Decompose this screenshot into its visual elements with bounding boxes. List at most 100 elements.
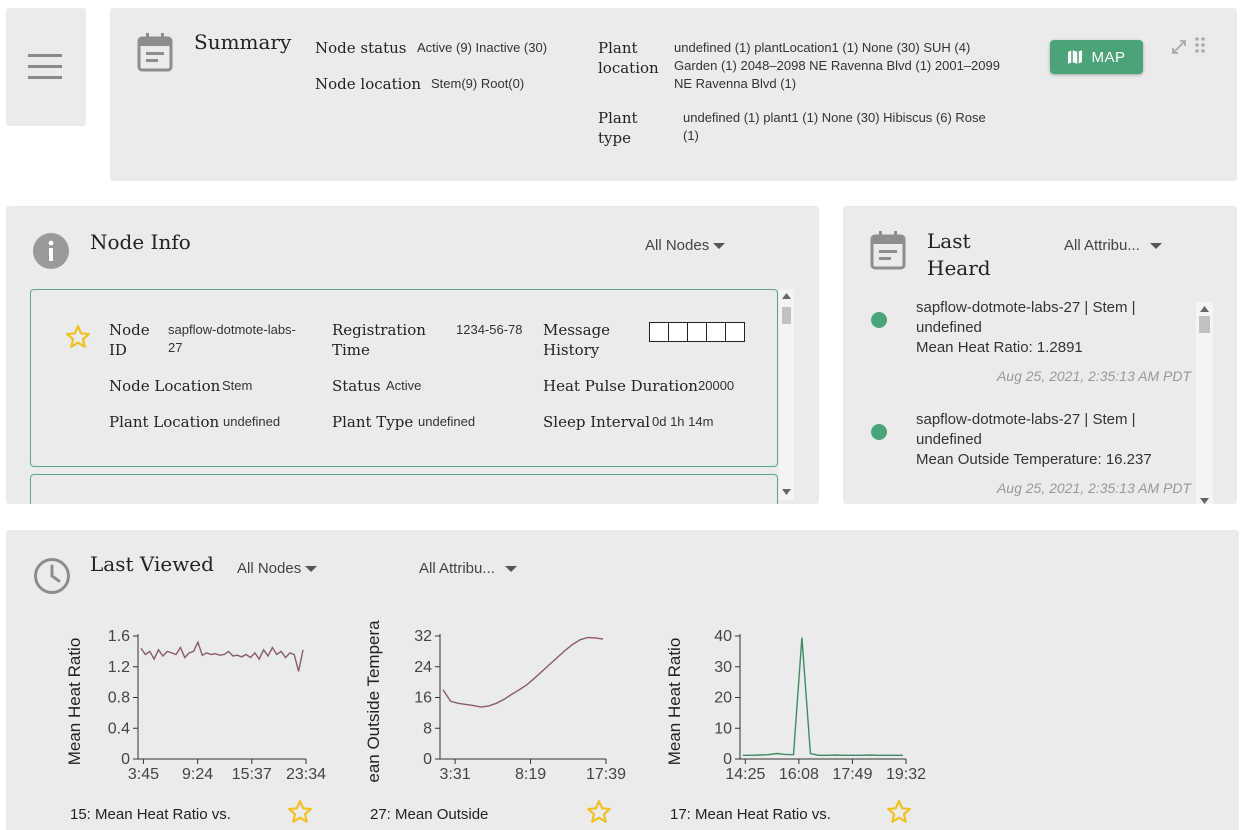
- node-info-panel: Node Info All Nodes Node ID sapflow-dotm…: [6, 206, 819, 504]
- heat-pulse-label: Heat Pulse Duration: [543, 377, 698, 395]
- calendar-icon: [870, 231, 906, 270]
- chart-caption: 27: Mean Outside: [370, 806, 489, 823]
- node-status-value: Active (9) Inactive (30): [417, 40, 548, 55]
- y-tick-label: 0: [423, 751, 432, 768]
- plant-type-label: Plant type: [598, 109, 638, 147]
- calendar-icon: [137, 33, 173, 72]
- x-tick-label: 3:31: [440, 766, 471, 783]
- status-value: Active: [386, 378, 422, 393]
- feed-time: Aug 25, 2021, 2:35:13 AM PDT: [996, 480, 1191, 496]
- history-box: [726, 322, 745, 342]
- heat-pulse-value: 20000: [698, 378, 735, 393]
- node-id-value: sapflow-dotmote-labs-27: [168, 322, 296, 355]
- drag-handle-icon[interactable]: [1194, 36, 1206, 54]
- status-label: Status: [332, 377, 381, 395]
- chevron-down-icon: [713, 243, 726, 250]
- scroll-up-icon[interactable]: [1200, 306, 1209, 312]
- chart-caption: 15: Mean Heat Ratio vs.: [70, 806, 231, 823]
- last-viewed-charts: 0 0.4 0.8 1.2 1.6 3:45 9:24 15:37 23:34 Mean Heat…: [65, 620, 926, 783]
- history-box: [707, 322, 726, 342]
- star-icon[interactable]: [886, 799, 912, 825]
- x-tick-label: 3:45: [128, 766, 159, 783]
- feed-metric: Mean Heat Ratio: 1.2891: [916, 339, 1083, 356]
- history-box: [649, 322, 669, 342]
- plant-location-label: Plant location: [598, 39, 659, 77]
- x-tick-label: 17:49: [832, 766, 872, 783]
- y-axis-label: Mean Heat Ratio: [665, 638, 684, 766]
- map-button[interactable]: MAP: [1050, 40, 1143, 74]
- y-tick-label: 32: [414, 628, 432, 645]
- node-id-label: Node ID: [109, 321, 150, 359]
- registration-label: Registration Time: [332, 321, 426, 359]
- menu-panel[interactable]: [6, 8, 86, 126]
- y-tick-label: 1.6: [108, 628, 130, 645]
- y-tick-label: 0.8: [108, 690, 130, 707]
- plant-type-value: undefined: [418, 414, 476, 429]
- scrollbar-thumb[interactable]: [782, 307, 791, 324]
- status-dot: [871, 424, 887, 440]
- plant-location-label: Plant Location: [109, 413, 220, 431]
- y-tick-label: 8: [423, 720, 432, 737]
- feed-node: sapflow-dotmote-labs-27 | Stem | undefin…: [916, 299, 1136, 336]
- star-icon[interactable]: [65, 324, 91, 350]
- history-box: [669, 322, 688, 342]
- last-viewed-panel: Last Viewed All Nodes All Attribu... 0 0.…: [6, 530, 1239, 830]
- summary-title: Summary: [194, 30, 292, 54]
- node-location-value: Stem(9) Root(0): [431, 76, 525, 91]
- feed-metric: Mean Outside Temperature: 16.237: [916, 451, 1152, 468]
- y-tick-label: 10: [714, 720, 732, 737]
- plant-location-value: undefined (1) plantLocation1 (1) None (3…: [674, 40, 1000, 91]
- node-status-label: Node status: [315, 39, 407, 57]
- x-tick-label: 8:19: [515, 766, 546, 783]
- registration-value: 1234-56-78: [456, 322, 523, 337]
- summary-panel: Summary Node status Active (9) Inactive …: [110, 8, 1237, 181]
- sleep-value: 0d 1h 14m: [652, 414, 714, 429]
- x-tick-label: 23:34: [286, 766, 326, 783]
- hamburger-icon[interactable]: [28, 53, 64, 81]
- history-box: [688, 322, 707, 342]
- y-tick-label: 24: [414, 659, 432, 676]
- node-list-scrollbar[interactable]: [779, 289, 794, 500]
- scroll-up-icon[interactable]: [782, 293, 791, 299]
- info-icon: [33, 233, 69, 269]
- x-tick-label: 19:32: [886, 766, 926, 783]
- status-dot: [871, 312, 887, 328]
- plant-type-value: undefined (1) plant1 (1) None (30) Hibis…: [683, 110, 986, 143]
- feed-scrollbar[interactable]: [1196, 302, 1213, 504]
- attribute-filter-value: All Attribu...: [1064, 237, 1140, 254]
- message-history-boxes: [649, 322, 745, 342]
- x-tick-label: 14:25: [725, 766, 765, 783]
- x-tick-label: 16:08: [779, 766, 819, 783]
- attribute-filter-dropdown[interactable]: All Attribu...: [1064, 237, 1162, 254]
- feed-time: Aug 25, 2021, 2:35:13 AM PDT: [996, 368, 1191, 384]
- star-icon[interactable]: [287, 799, 313, 825]
- y-axis-label: ean Outside Tempera: [364, 620, 383, 783]
- last-heard-title: Last Heard: [927, 229, 991, 280]
- chevron-down-icon: [1149, 243, 1162, 250]
- plant-location-value: undefined: [223, 414, 281, 429]
- y-axis-label: Mean Heat Ratio: [65, 638, 84, 766]
- scroll-down-icon[interactable]: [1200, 498, 1209, 504]
- expand-icon[interactable]: [1171, 39, 1187, 55]
- node-location-value: Stem: [222, 378, 253, 393]
- y-tick-label: 16: [414, 690, 432, 707]
- node-card[interactable]: Node ID sapflow-dotmote-labs-27 Registra…: [30, 289, 778, 467]
- y-tick-label: 20: [714, 690, 732, 707]
- x-tick-label: 15:37: [232, 766, 272, 783]
- node-card[interactable]: [30, 474, 778, 504]
- node-info-title: Node Info: [90, 230, 191, 254]
- star-icon[interactable]: [586, 799, 612, 825]
- node-filter-dropdown[interactable]: All Nodes: [645, 237, 726, 254]
- series-line: [442, 636, 604, 708]
- series-line: [140, 640, 304, 672]
- message-history-label: Message History: [543, 321, 611, 359]
- map-button-label: MAP: [1091, 48, 1126, 66]
- node-filter-value: All Nodes: [645, 237, 710, 254]
- scroll-down-icon[interactable]: [782, 489, 791, 495]
- map-icon: [1068, 50, 1083, 64]
- scrollbar-thumb[interactable]: [1199, 316, 1210, 333]
- feed-node: sapflow-dotmote-labs-27 | Stem | undefin…: [916, 411, 1136, 448]
- x-tick-label: 17:39: [586, 766, 626, 783]
- node-location-label: Node location: [315, 75, 422, 93]
- y-tick-label: 0.4: [108, 720, 130, 737]
